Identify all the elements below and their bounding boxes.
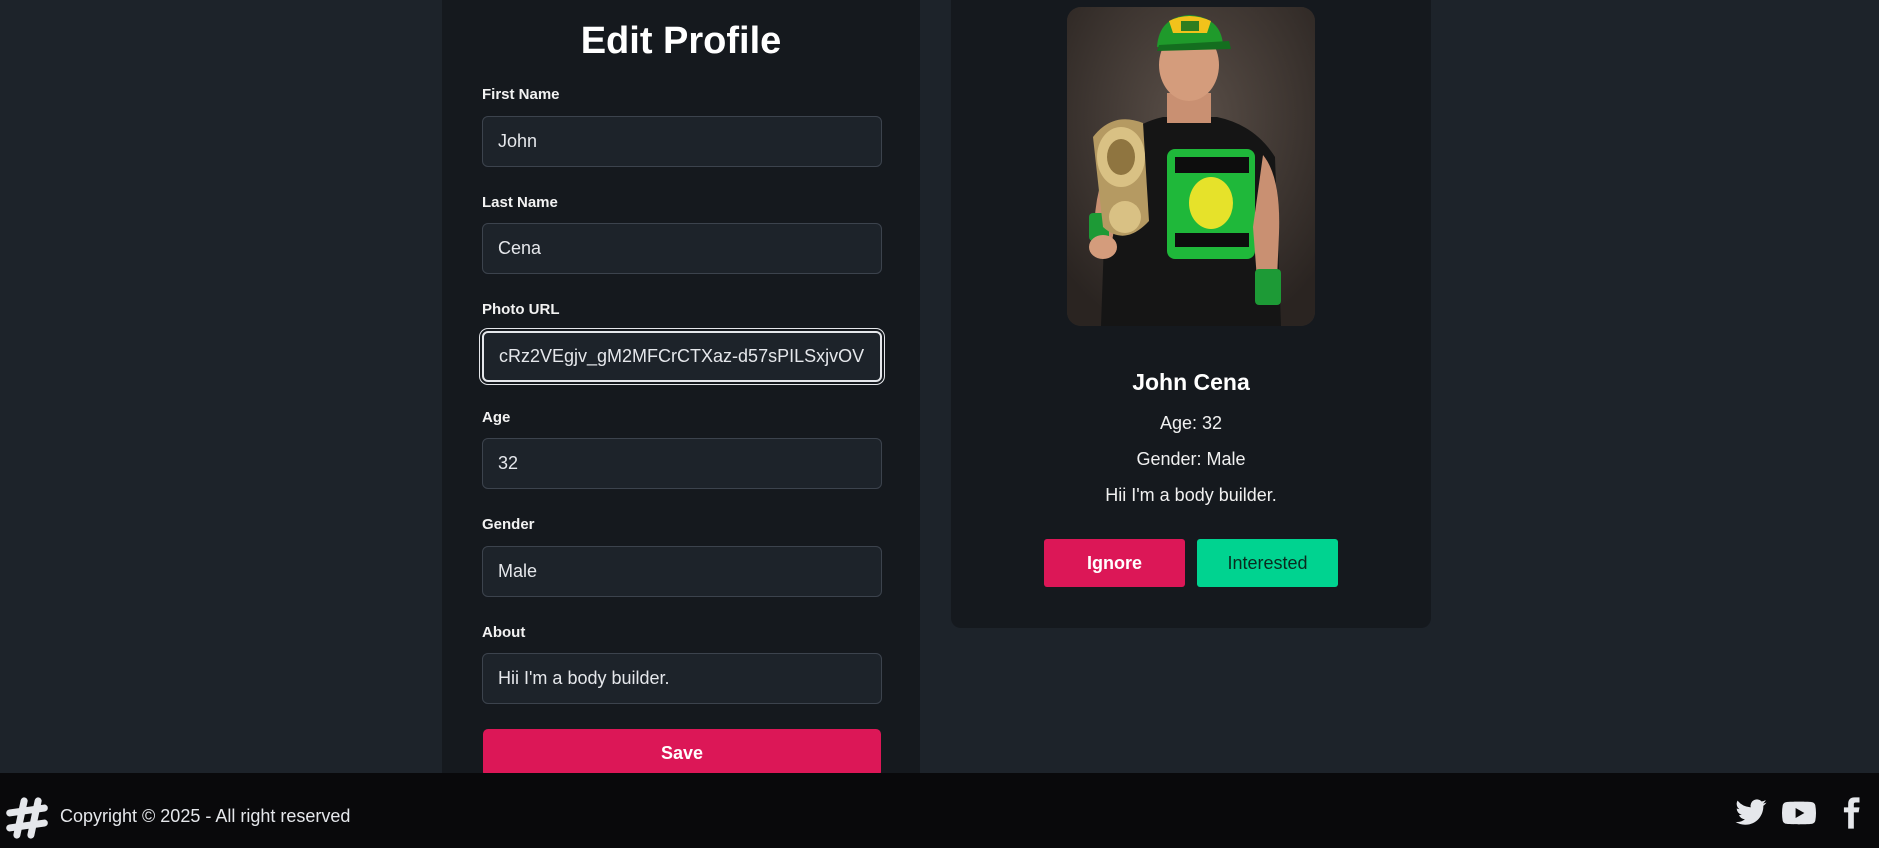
about-input[interactable]	[482, 653, 882, 704]
interested-button[interactable]: Interested	[1197, 539, 1338, 587]
edit-profile-card: Edit Profile First Name Last Name Photo …	[442, 0, 920, 777]
first-name-label: First Name	[482, 86, 560, 103]
photo-url-input[interactable]	[482, 331, 882, 382]
footer: Copyright © 2025 - All right reserved	[0, 773, 1879, 848]
about-label: About	[482, 624, 526, 641]
user-preview-card: John Cena Age: 32 Gender: Male Hii I'm a…	[951, 0, 1431, 628]
copyright-text: Copyright © 2025 - All right reserved	[60, 806, 351, 826]
photo-url-label: Photo URL	[482, 301, 560, 318]
gender-input[interactable]	[482, 546, 882, 597]
facebook-icon[interactable]	[1834, 796, 1868, 830]
profile-photo-illustration	[1067, 7, 1315, 326]
page-title: Edit Profile	[580, 20, 782, 62]
profile-photo	[1067, 7, 1315, 326]
hashtag-logo-icon	[6, 797, 48, 839]
age-label: Age	[482, 409, 511, 426]
first-name-input[interactable]	[482, 116, 882, 167]
save-button[interactable]: Save	[483, 729, 881, 777]
last-name-input[interactable]	[482, 223, 882, 274]
user-gender: Gender: Male	[1136, 449, 1246, 469]
twitter-icon[interactable]	[1734, 796, 1768, 830]
ignore-button[interactable]: Ignore	[1044, 539, 1185, 587]
last-name-label: Last Name	[482, 194, 558, 211]
gender-label: Gender	[482, 516, 535, 533]
user-about: Hii I'm a body builder.	[1105, 485, 1277, 505]
user-age: Age: 32	[1159, 413, 1223, 433]
user-name: John Cena	[1132, 369, 1250, 395]
youtube-icon[interactable]	[1782, 796, 1816, 830]
age-input[interactable]	[482, 438, 882, 489]
